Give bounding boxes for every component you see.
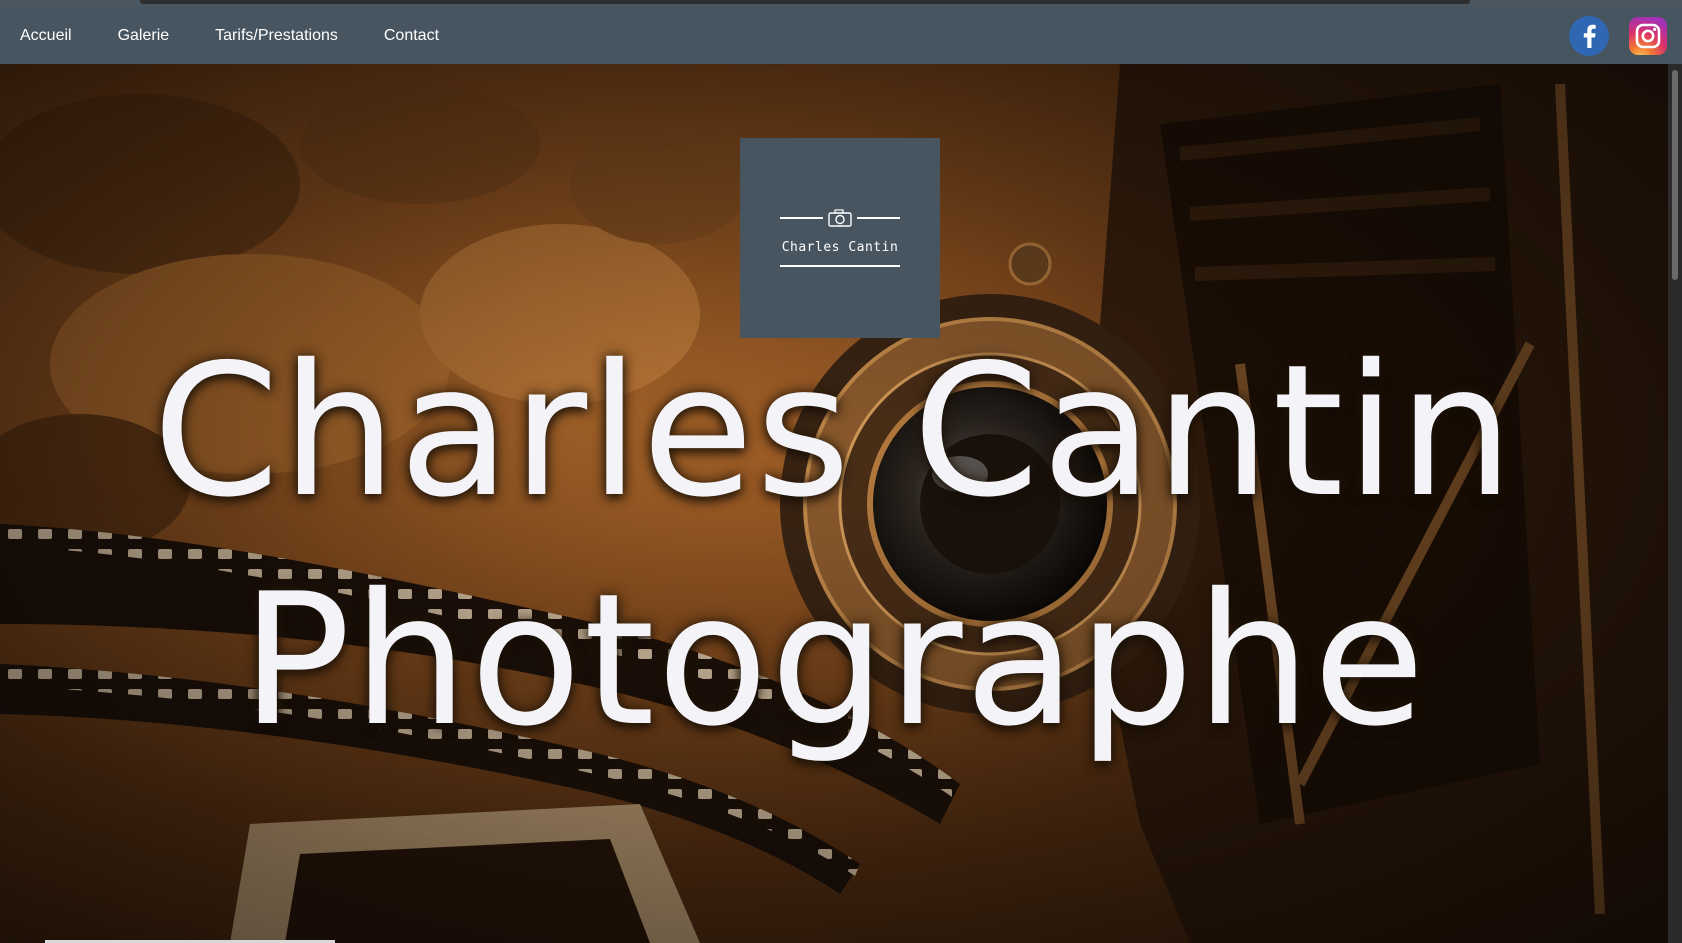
- nav-item-galerie[interactable]: Galerie: [118, 27, 170, 45]
- instagram-icon[interactable]: [1629, 17, 1667, 55]
- nav-item-contact[interactable]: Contact: [384, 27, 439, 45]
- social-links: [1569, 16, 1667, 56]
- facebook-glyph: [1583, 24, 1596, 48]
- logo-name: Charles Cantin: [781, 240, 899, 255]
- hero-banner: Charles Cantin Charles Cantin Photograph…: [0, 64, 1668, 943]
- logo-box[interactable]: Charles Cantin: [740, 138, 940, 338]
- camera-icon: [828, 209, 852, 227]
- logo: Charles Cantin: [780, 208, 900, 267]
- logo-line-bottom: [780, 265, 900, 267]
- navbar: Accueil Galerie Tarifs/Prestations Conta…: [0, 7, 1682, 64]
- nav-links: Accueil Galerie Tarifs/Prestations Conta…: [20, 7, 485, 64]
- browser-top-bar: [140, 0, 1470, 4]
- hero-title-line2: Photographe: [241, 554, 1427, 766]
- instagram-glyph: [1635, 23, 1661, 49]
- logo-top-row: [780, 208, 900, 228]
- nav-item-tarifs-prestations[interactable]: Tarifs/Prestations: [215, 27, 338, 45]
- facebook-icon[interactable]: [1569, 16, 1609, 56]
- scrollbar-thumb[interactable]: [1672, 70, 1678, 280]
- logo-line-right: [857, 217, 900, 219]
- page: Accueil Galerie Tarifs/Prestations Conta…: [0, 0, 1682, 943]
- scrollbar[interactable]: [1668, 64, 1682, 943]
- nav-item-accueil[interactable]: Accueil: [20, 27, 72, 45]
- hero-title-line1: Charles Cantin: [152, 325, 1516, 537]
- logo-line-left: [780, 217, 823, 219]
- browser-top-strip: [0, 0, 1682, 7]
